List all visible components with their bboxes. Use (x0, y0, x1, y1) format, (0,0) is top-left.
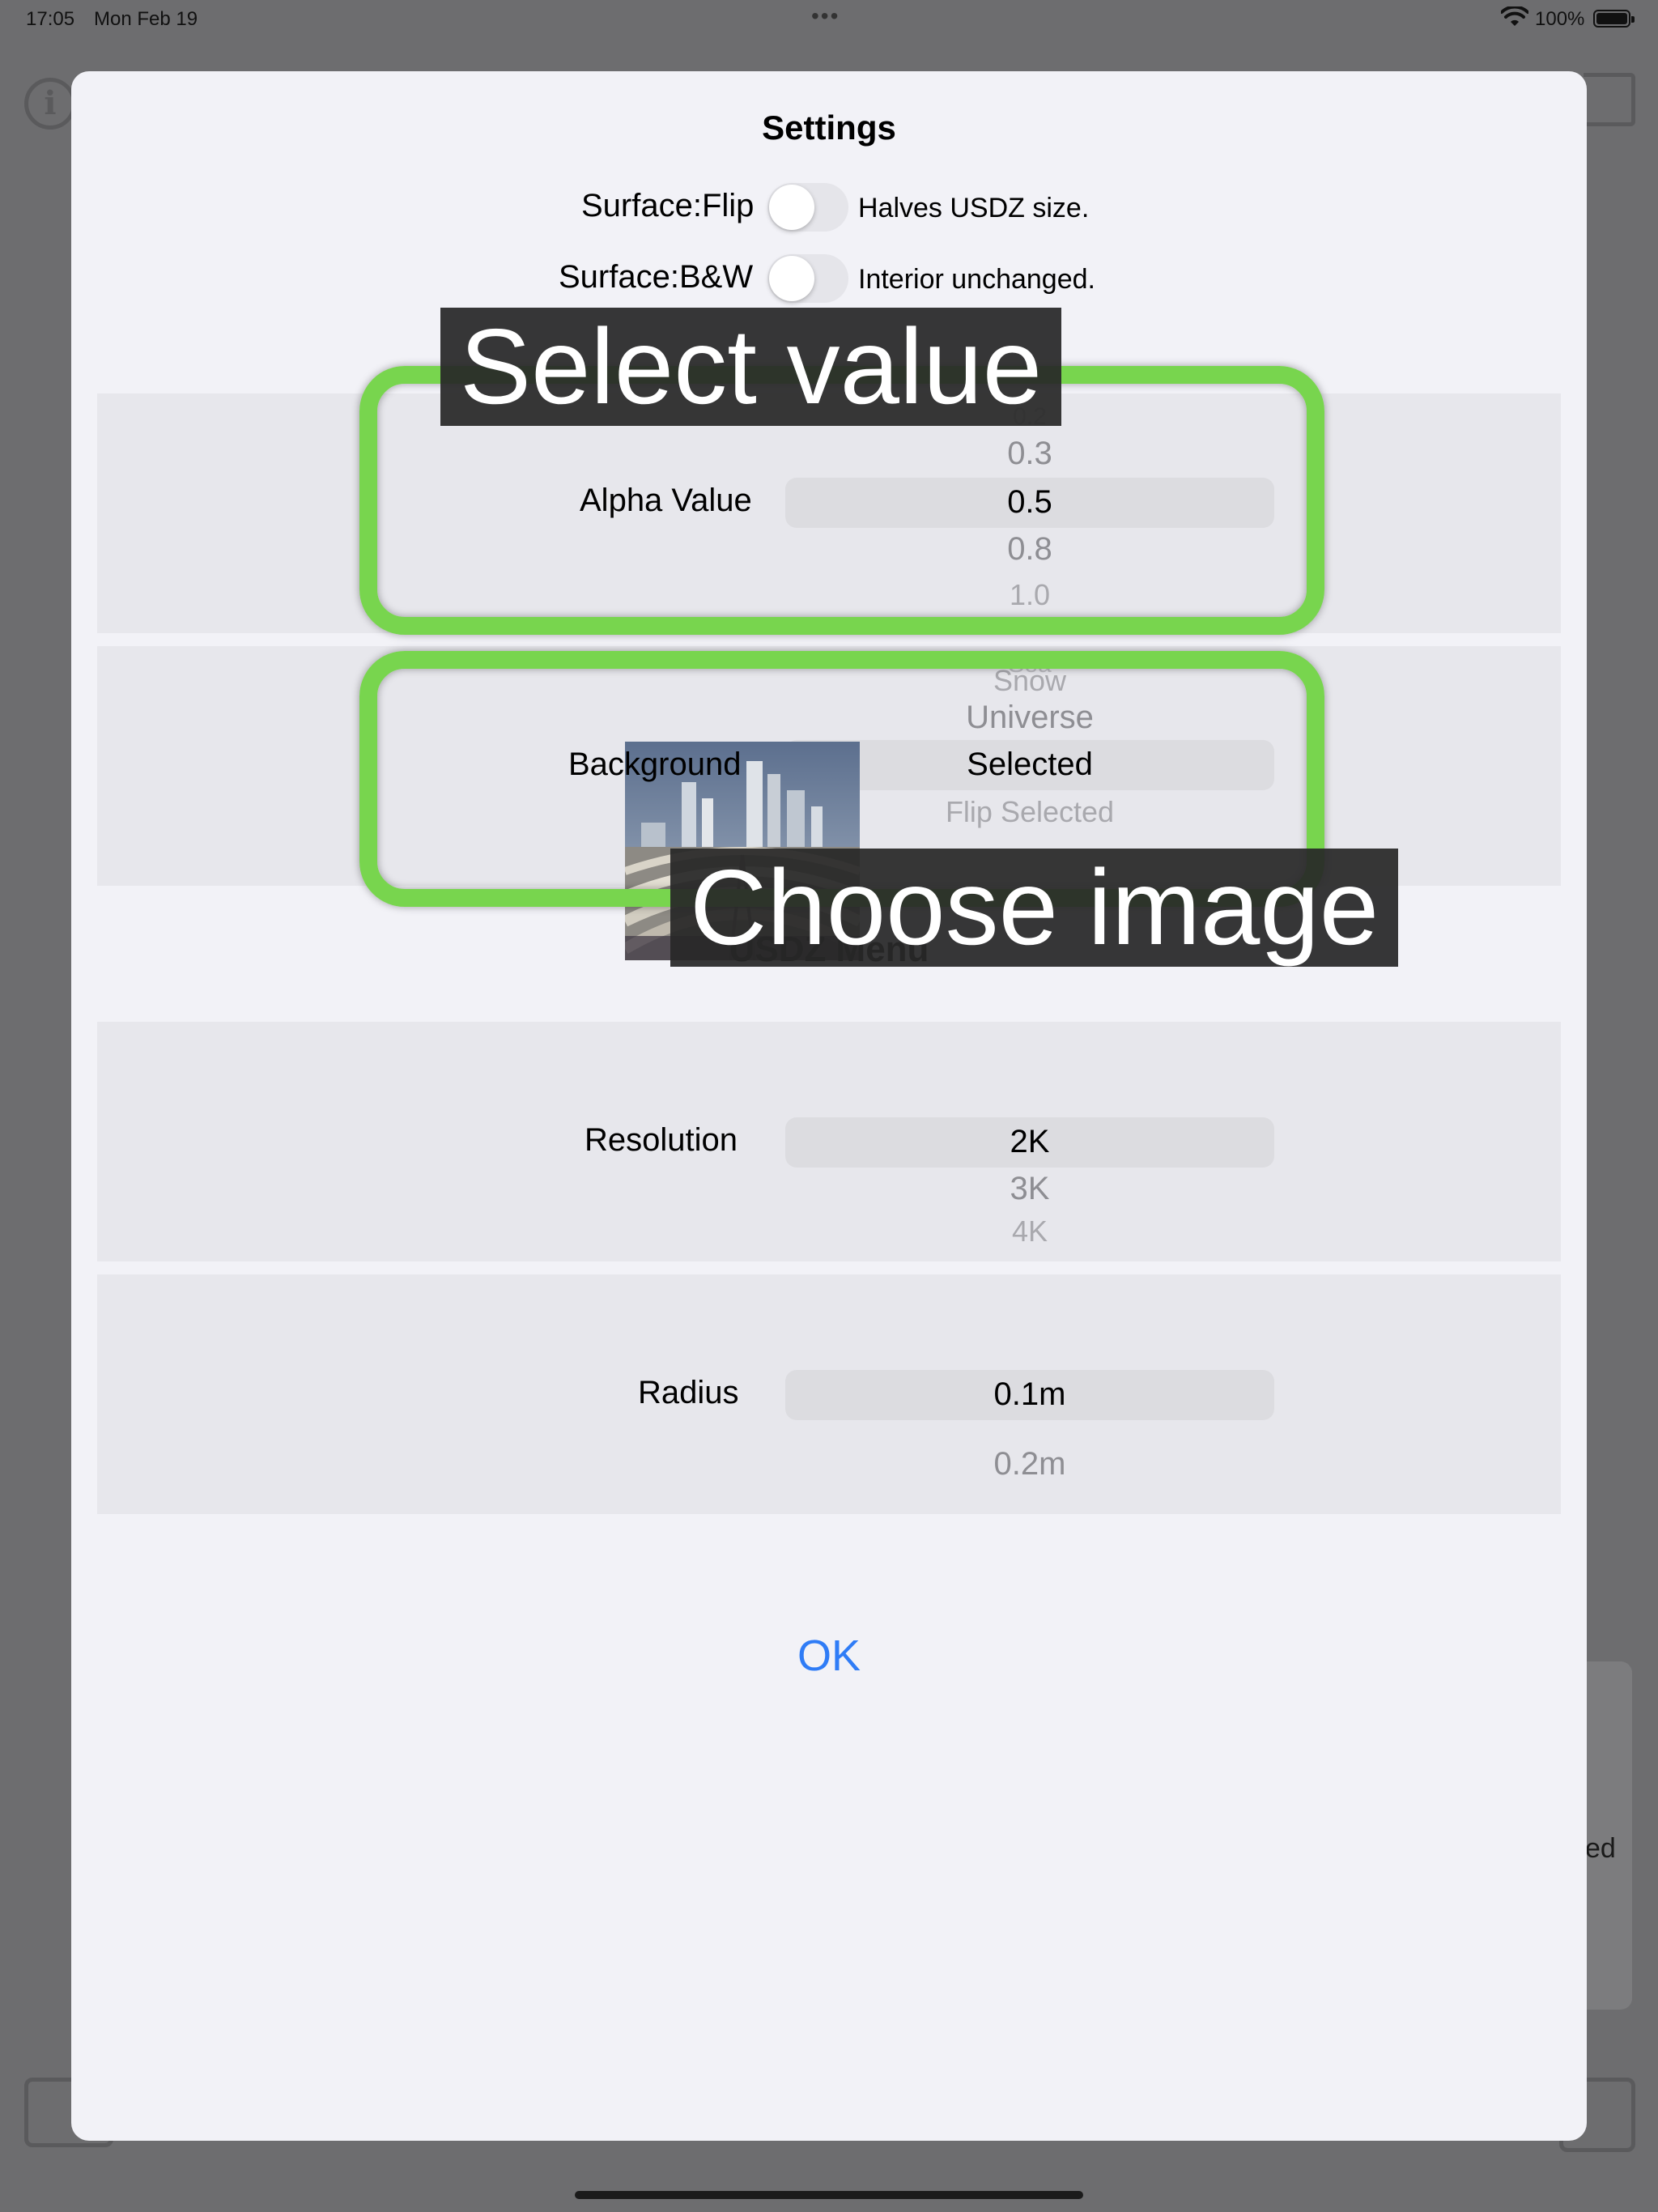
panorama-icon (1584, 73, 1635, 126)
resolution-picker[interactable]: Resolution 2K 3K 4K (97, 1022, 1561, 1261)
ok-button[interactable]: OK (71, 1631, 1587, 1681)
wifi-icon (1501, 6, 1528, 26)
surface-flip-switch[interactable] (767, 183, 848, 232)
radius-picker[interactable]: Radius 0.1m 0.2m (97, 1274, 1561, 1514)
info-icon: i (24, 78, 76, 130)
picker-selected-option[interactable]: 0.1m (785, 1376, 1274, 1413)
battery-percent: 100% (1535, 8, 1585, 30)
radius-label: Radius (638, 1375, 739, 1410)
settings-title: Settings (762, 108, 896, 147)
picker-option[interactable]: 0.2m (785, 1446, 1274, 1482)
choose-image-caption: Choose image (670, 849, 1399, 967)
status-date: Mon Feb 19 (94, 8, 198, 30)
multitasking-dots-icon[interactable]: ••• (811, 3, 840, 29)
status-bar: 17:05 Mon Feb 19 ••• 100% (0, 0, 1658, 39)
switch-knob (769, 185, 814, 230)
background-panel-label: ed (1585, 1833, 1616, 1864)
picker-selected-option[interactable]: 2K (785, 1124, 1274, 1160)
surface-bw-label: Surface:B&W (559, 259, 754, 295)
home-indicator (575, 2191, 1083, 2199)
surface-flip-hint: Halves USDZ size. (858, 193, 1090, 223)
select-value-caption: Select value (440, 308, 1062, 426)
surface-bw-switch[interactable] (767, 254, 848, 303)
resolution-label: Resolution (585, 1122, 738, 1158)
picker-option[interactable]: 3K (785, 1171, 1274, 1207)
battery-icon (1593, 10, 1635, 28)
switch-knob (769, 256, 814, 301)
status-time: 17:05 (26, 8, 75, 30)
surface-flip-label: Surface:Flip (581, 188, 755, 223)
surface-bw-hint: Interior unchanged. (858, 264, 1095, 295)
picker-option[interactable]: 4K (785, 1214, 1274, 1249)
